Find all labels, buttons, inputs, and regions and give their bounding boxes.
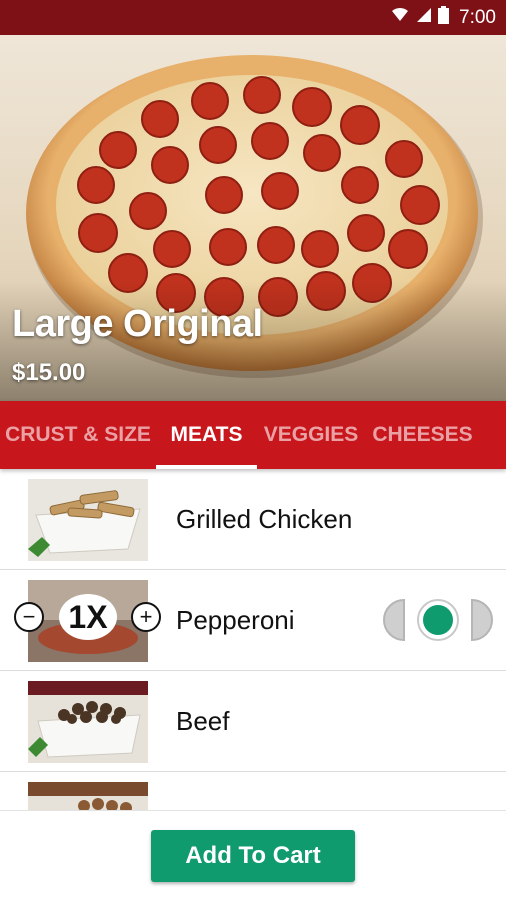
wifi-icon <box>391 7 409 28</box>
whole-portion-button[interactable] <box>417 599 459 641</box>
portion-selector <box>382 598 494 642</box>
signal-icon <box>415 7 432 28</box>
quantity-value: 1X <box>59 594 117 640</box>
topping-row-pepperoni[interactable]: − 1X + Pepperoni <box>0 570 506 671</box>
topping-row-beef[interactable]: Beef <box>0 671 506 772</box>
topping-category-tabs: CRUST & SIZE MEATS VEGGIES CHEESES <box>0 401 506 469</box>
add-to-cart-button[interactable]: Add To Cart <box>151 830 355 882</box>
left-half-portion-button[interactable] <box>383 598 405 642</box>
status-bar: 7:00 <box>0 0 506 35</box>
right-half-portion-button[interactable] <box>471 598 493 642</box>
topping-image <box>28 782 148 810</box>
topping-name: Pepperoni <box>176 605 295 635</box>
grilled-chicken-image <box>28 479 148 561</box>
product-price: $15.00 <box>12 359 86 386</box>
plus-icon: + <box>139 604 153 629</box>
tab-meats[interactable]: MEATS <box>156 401 257 469</box>
battery-icon <box>438 6 450 29</box>
footer-bar: Add To Cart <box>0 810 506 901</box>
decrease-quantity-button[interactable]: − <box>14 602 44 632</box>
minus-icon: − <box>22 604 36 629</box>
status-time: 7:00 <box>459 6 496 28</box>
topping-row-grilled-chicken[interactable]: Grilled Chicken <box>0 469 506 570</box>
topping-name: Grilled Chicken <box>176 504 353 534</box>
tab-veggies[interactable]: VEGGIES <box>257 401 365 469</box>
pizza-hero: Large Original $15.00 <box>0 35 506 401</box>
increase-quantity-button[interactable]: + <box>131 602 161 632</box>
topping-row-partial[interactable] <box>0 772 506 810</box>
topping-name: Beef <box>176 706 230 736</box>
beef-image <box>28 681 148 763</box>
tab-cheeses[interactable]: CHEESES <box>365 401 480 469</box>
toppings-list: Grilled Chicken − 1X + Pepperoni Beef <box>0 469 506 810</box>
tab-crust-size[interactable]: CRUST & SIZE <box>0 401 156 469</box>
product-title: Large Original <box>12 303 263 345</box>
